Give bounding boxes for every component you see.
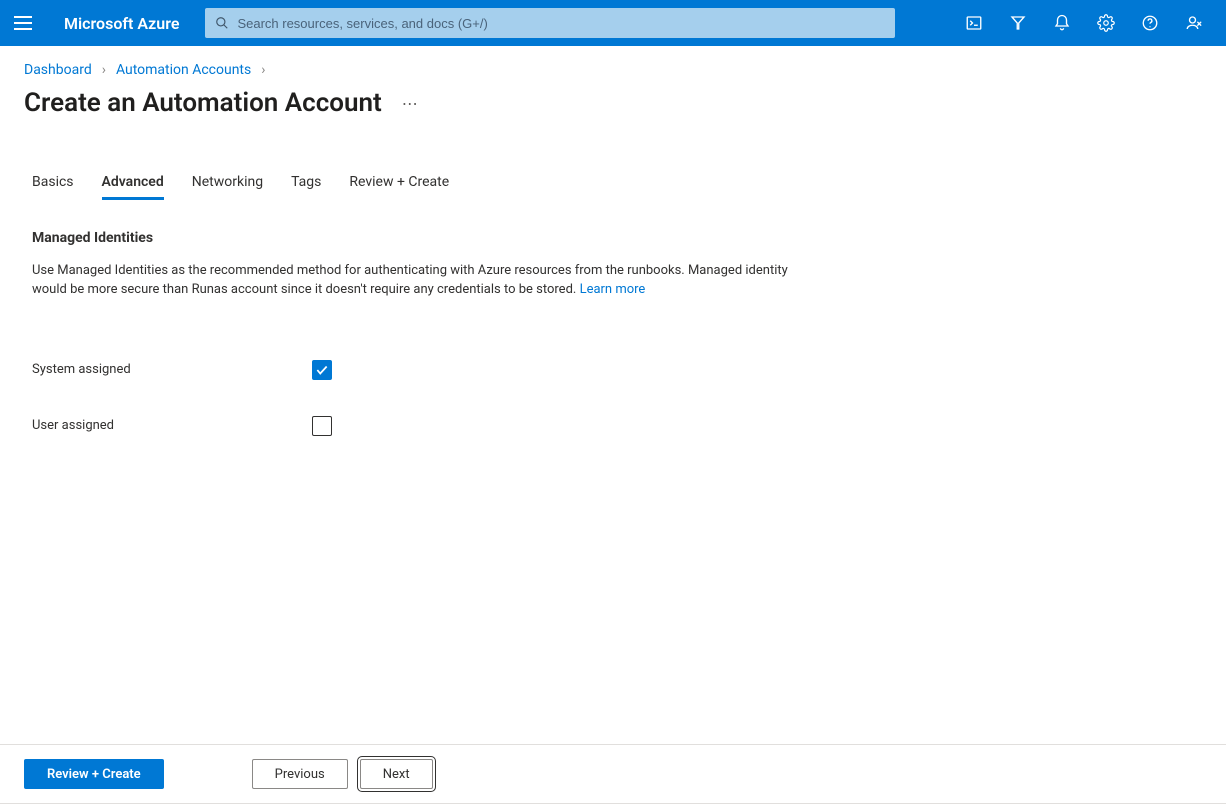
directory-filter-icon[interactable] [996,0,1040,46]
identity-options: System assigned User assigned [24,342,1202,454]
user-assigned-checkbox[interactable] [312,416,332,436]
system-assigned-row: System assigned [32,342,1202,398]
tab-bar: Basics Advanced Networking Tags Review +… [24,174,1202,200]
breadcrumb-link-automation-accounts[interactable]: Automation Accounts [116,62,251,78]
search-input[interactable] [237,16,885,31]
user-assigned-label: User assigned [32,418,312,433]
section-body: Use Managed Identities as the recommende… [32,262,824,300]
user-assigned-row: User assigned [32,398,1202,454]
system-assigned-label: System assigned [32,362,312,377]
hamburger-icon[interactable] [14,11,38,35]
breadcrumb-link-dashboard[interactable]: Dashboard [24,62,92,78]
learn-more-link[interactable]: Learn more [580,282,646,297]
brand-label: Microsoft Azure [64,14,179,33]
tab-basics[interactable]: Basics [32,174,74,200]
notifications-icon[interactable] [1040,0,1084,46]
managed-identities-section: Managed Identities Use Managed Identitie… [24,230,824,300]
breadcrumb: Dashboard › Automation Accounts › [24,62,1202,78]
top-icon-group [952,0,1216,46]
help-icon[interactable] [1128,0,1172,46]
page-content: Dashboard › Automation Accounts › Create… [0,46,1226,454]
review-create-button[interactable]: Review + Create [24,759,164,789]
wizard-footer: Review + Create Previous Next [0,744,1226,804]
tab-networking[interactable]: Networking [192,174,263,200]
feedback-icon[interactable] [1172,0,1216,46]
top-bar: Microsoft Azure [0,0,1226,46]
cloud-shell-icon[interactable] [952,0,996,46]
chevron-right-icon: › [102,62,106,78]
tab-review-create[interactable]: Review + Create [349,174,449,200]
system-assigned-checkbox[interactable] [312,360,332,380]
previous-button[interactable]: Previous [252,759,348,789]
tab-advanced[interactable]: Advanced [102,174,164,200]
page-title: Create an Automation Account [24,88,382,118]
search-icon [215,16,229,30]
more-actions-icon[interactable]: ⋯ [398,90,423,117]
section-heading: Managed Identities [32,230,824,246]
tab-tags[interactable]: Tags [291,174,321,200]
global-search[interactable] [205,8,895,38]
section-body-text: Use Managed Identities as the recommende… [32,263,788,297]
settings-icon[interactable] [1084,0,1128,46]
next-button[interactable]: Next [360,759,433,789]
chevron-right-icon: › [261,62,265,78]
